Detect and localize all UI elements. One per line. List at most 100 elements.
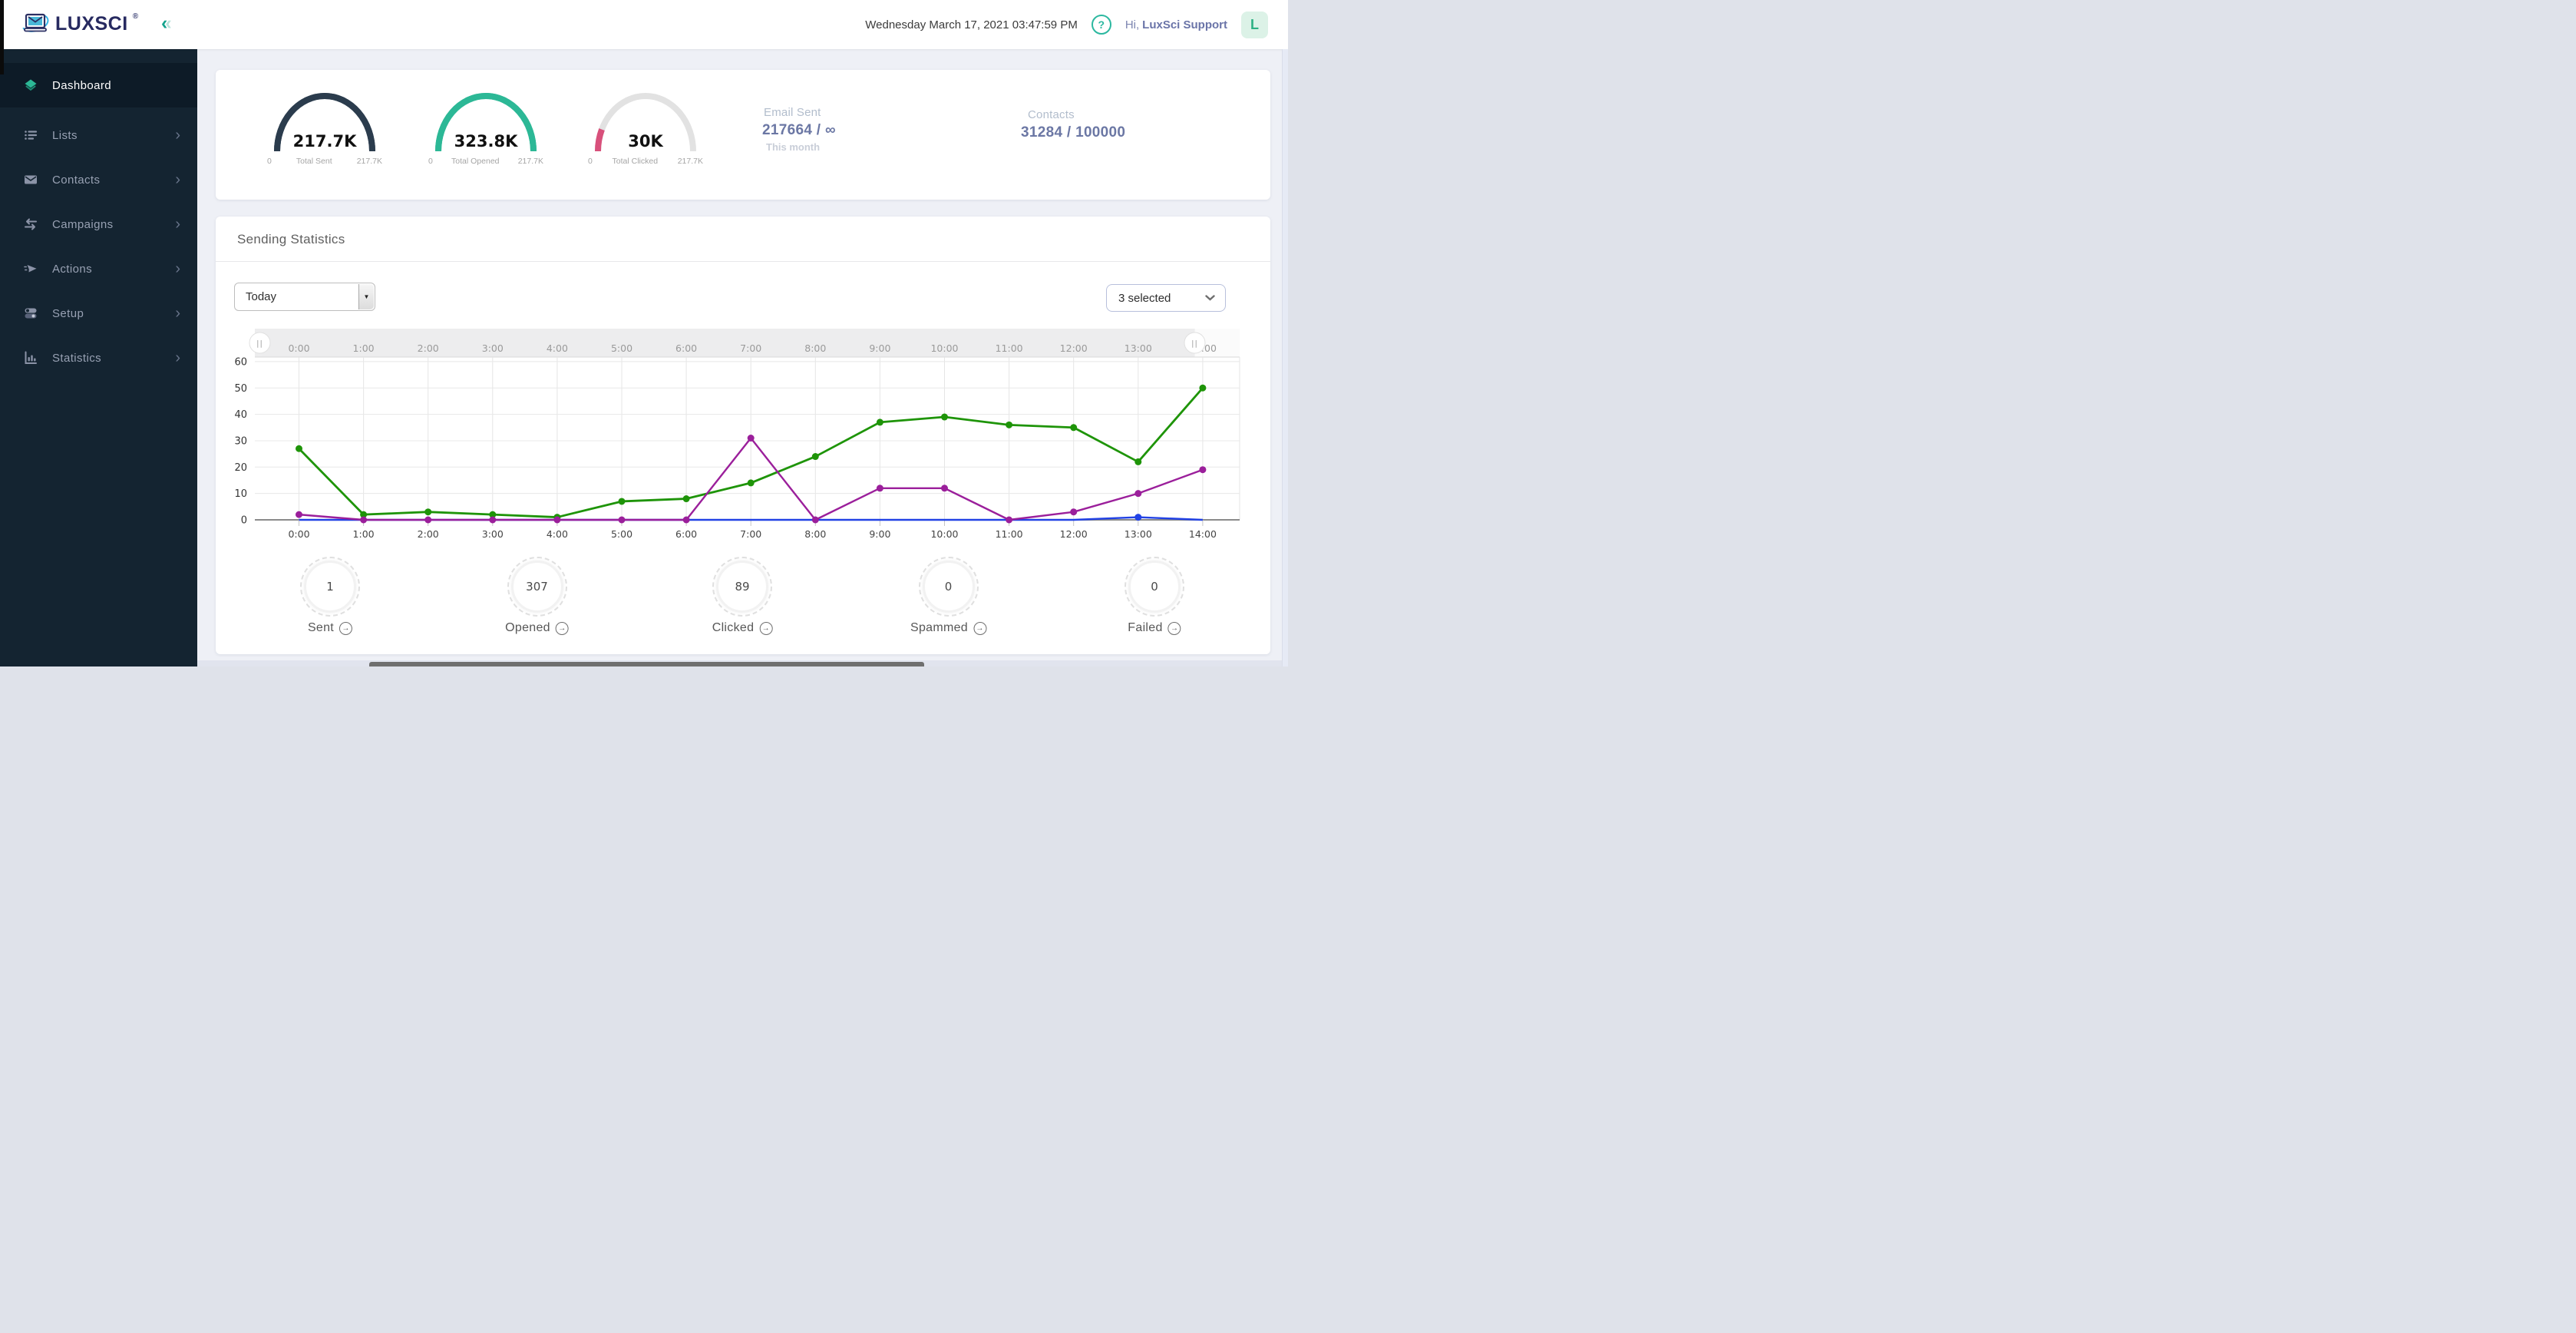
toggles-icon (24, 306, 39, 320)
gauge-max: 217.7K (517, 157, 543, 166)
range-slider-band[interactable] (255, 329, 1195, 357)
data-point-clicked (296, 511, 302, 518)
data-point-clicked (941, 485, 948, 492)
x-axis-tick-label: 12:00 (1060, 528, 1088, 540)
horizontal-scrollbar-thumb[interactable] (369, 662, 924, 666)
summary-link-clicked[interactable]: Clicked → (712, 621, 773, 635)
data-point-clicked (747, 435, 755, 442)
x-axis-tick-label: 1:00 (353, 528, 375, 540)
data-point-clicked (682, 516, 690, 524)
header-right-group: Wednesday March 17, 2021 03:47:59 PM ? H… (865, 0, 1268, 49)
username: LuxSci Support (1142, 18, 1227, 31)
sidebar-item-statistics[interactable]: Statistics › (0, 341, 197, 375)
sidebar-item-setup[interactable]: Setup › (0, 296, 197, 330)
sidebar-item-contacts[interactable]: Contacts › (0, 163, 197, 197)
chevron-right-icon: › (175, 305, 180, 322)
x-axis-tick-label: 2:00 (418, 528, 439, 540)
brand-name: LUXSCI (55, 13, 128, 35)
sidebar-item-campaigns[interactable]: Campaigns › (0, 207, 197, 241)
sidebar-item-label: Statistics (52, 351, 102, 365)
gauge-total-clicked: 30K 0 Total Clicked 217.7K (588, 87, 703, 166)
x-axis-tick-label: 13:00 (1125, 528, 1152, 540)
x-axis-tick-label: 5:00 (611, 528, 632, 540)
screen-edge-artifact (0, 0, 4, 74)
user-greeting: Hi, LuxSci Support (1125, 18, 1227, 31)
gauge-max: 217.7K (677, 157, 703, 166)
summary-link-sent[interactable]: Sent → (308, 621, 353, 635)
range-slider-handle-left[interactable]: || (249, 332, 271, 354)
x-axis-tick-label: 8:00 (804, 528, 826, 540)
chevron-right-icon: › (175, 260, 180, 277)
data-point-clicked (811, 516, 819, 524)
slider-hour-label: 2:00 (418, 342, 439, 354)
data-point-clicked (618, 516, 626, 524)
data-point-clicked (1070, 508, 1078, 516)
y-axis-tick-label: 40 (234, 409, 247, 421)
luxsci-logo[interactable]: LUXSCI ® (20, 11, 138, 41)
data-point-opened (1070, 424, 1078, 432)
summary-circle-clicked: 89 (712, 557, 772, 617)
summary-circle-failed: 0 (1125, 557, 1184, 617)
slider-hour-label: 5:00 (611, 342, 632, 354)
x-axis-tick-label: 0:00 (288, 528, 309, 540)
slider-hour-label: 7:00 (740, 342, 761, 354)
summary-link-failed[interactable]: Failed → (1128, 621, 1181, 635)
summary-link-spammed[interactable]: Spammed → (910, 621, 987, 635)
sidebar-item-actions[interactable]: Actions › (0, 252, 197, 286)
x-axis-tick-label: 11:00 (996, 528, 1023, 540)
envelope-icon (24, 173, 39, 187)
sidebar-item-dashboard[interactable]: Dashboard (0, 63, 197, 108)
data-point-opened (941, 413, 948, 421)
chart-icon (24, 351, 39, 365)
slider-hour-label: 6:00 (675, 342, 697, 354)
sending-statistics-card: Sending Statistics Today ▼ 3 selected 0:… (216, 217, 1270, 654)
date-range-select[interactable]: Today ▼ (234, 283, 375, 311)
x-axis-tick-label: 3:00 (482, 528, 504, 540)
slider-hour-label: 12:00 (1060, 342, 1088, 354)
layers-icon (24, 78, 39, 92)
x-axis-tick-label: 14:00 (1189, 528, 1217, 540)
arrow-right-icon: → (759, 621, 773, 635)
luxsci-logo-icon (20, 11, 51, 41)
infinity-symbol: ∞ (824, 122, 836, 138)
contacts-label: Contacts (1028, 108, 1075, 121)
panel-divider (216, 261, 1270, 262)
summary-label-text: Failed (1128, 621, 1163, 634)
series-multiselect[interactable]: 3 selected (1106, 284, 1226, 312)
gauge-label: Total Clicked (612, 157, 659, 166)
datetime-label: Wednesday March 17, 2021 03:47:59 PM (865, 18, 1078, 31)
top-header: LUXSCI ® ‹‹ Wednesday March 17, 2021 03:… (0, 0, 1288, 49)
sidebar-collapse-icon[interactable]: ‹‹ (161, 12, 172, 35)
data-point-clicked (553, 516, 561, 524)
luxsci-dashboard: LUXSCI ® ‹‹ Wednesday March 17, 2021 03:… (0, 0, 1288, 666)
help-icon[interactable]: ? (1091, 15, 1111, 35)
summary-value: 0 (1151, 580, 1158, 594)
horizontal-scrollbar[interactable] (197, 660, 1282, 666)
data-point-sent (1134, 514, 1142, 521)
arrow-right-icon: → (973, 621, 987, 635)
range-slider-handle-right[interactable]: || (1184, 332, 1206, 354)
y-axis-tick-label: 60 (234, 356, 247, 368)
data-point-opened (1199, 384, 1207, 392)
vertical-scrollbar[interactable] (1282, 49, 1288, 666)
svg-text:323.8K: 323.8K (454, 132, 518, 150)
slider-hour-label: 9:00 (869, 342, 890, 354)
select-dropdown-button[interactable]: ▼ (358, 284, 374, 309)
summary-circle-inner: 307 (510, 561, 563, 613)
sidebar-item-lists[interactable]: Lists › (0, 118, 197, 152)
y-axis-tick-label: 30 (234, 435, 247, 447)
email-sent-block: Email Sent 217664 / ∞ This month (762, 106, 836, 153)
chevron-right-icon: › (175, 127, 180, 144)
data-point-clicked (1199, 466, 1207, 474)
summary-circle-inner: 0 (922, 561, 975, 613)
slider-hour-label: 0:00 (288, 342, 309, 354)
data-point-opened (876, 418, 883, 426)
data-point-opened (1134, 458, 1142, 465)
arrows-icon (24, 217, 39, 231)
avatar[interactable]: L (1241, 11, 1268, 38)
gauge-label: Total Sent (296, 157, 332, 166)
summary-link-opened[interactable]: Opened → (505, 621, 569, 635)
data-point-opened (424, 508, 432, 516)
registered-mark: ® (132, 12, 139, 21)
slider-hour-label: 13:00 (1125, 342, 1152, 354)
